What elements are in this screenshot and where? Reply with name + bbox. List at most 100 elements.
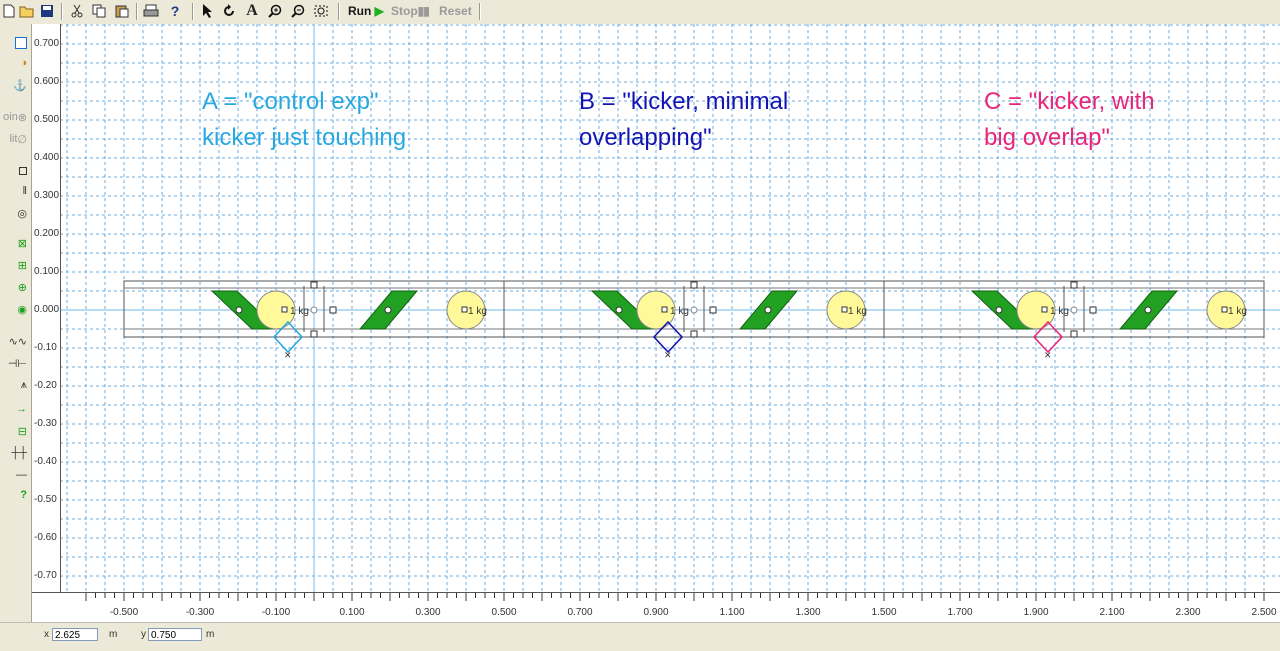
x-axis-tick-label: 1.900 bbox=[1023, 607, 1049, 618]
selection-handle bbox=[281, 306, 288, 313]
annotation-a[interactable]: A = "control exp" kicker just touching bbox=[202, 84, 406, 156]
x-axis-tick-label: 2.500 bbox=[1251, 607, 1277, 618]
join-button[interactable]: oin ⊗ bbox=[0, 108, 30, 126]
polygon-tool-icon[interactable]: ◑ bbox=[0, 54, 30, 72]
x-axis-tick-label: 0.700 bbox=[567, 607, 593, 618]
open-icon[interactable] bbox=[18, 2, 36, 20]
kicker-pivot bbox=[235, 306, 243, 314]
pivot-mark: ✕ bbox=[664, 350, 672, 360]
zoom-out-icon[interactable] bbox=[289, 2, 307, 20]
annotation-b-line2: overlapping" bbox=[579, 124, 712, 151]
kicker-pivot bbox=[764, 306, 772, 314]
anchor-tool-icon[interactable]: ⚓ bbox=[0, 76, 30, 94]
y-unit-label: m bbox=[206, 629, 215, 640]
y-axis-tick-label: 0.200 bbox=[34, 228, 60, 239]
y-coord-field[interactable]: 0.750 bbox=[148, 628, 202, 641]
copy-icon[interactable] bbox=[90, 2, 108, 20]
x-axis-tick-label: 0.900 bbox=[643, 607, 669, 618]
motor-icon[interactable]: ◉ bbox=[0, 300, 30, 318]
meter-icon[interactable]: ? bbox=[0, 486, 30, 504]
join-icon: ⊗ bbox=[17, 111, 27, 124]
selection-handle bbox=[709, 306, 717, 314]
toolbar-separator bbox=[192, 3, 194, 20]
x-axis-tick-label: 0.300 bbox=[415, 607, 441, 618]
zoom-in-icon[interactable] bbox=[266, 2, 284, 20]
selection-handle bbox=[461, 306, 468, 313]
split-button[interactable]: lit ∅ bbox=[0, 130, 30, 148]
y-axis-tick-label: -0.10 bbox=[34, 342, 57, 353]
damper-icon[interactable]: ⊣⊢ bbox=[0, 354, 30, 372]
reset-button[interactable]: Reset bbox=[439, 4, 472, 18]
selection-handle bbox=[310, 281, 318, 289]
cut-icon[interactable] bbox=[68, 2, 86, 20]
selection-handle bbox=[1070, 281, 1078, 289]
y-axis-tick-label: -0.30 bbox=[34, 418, 57, 429]
pivot-mark: ✕ bbox=[284, 350, 292, 360]
selection-handle bbox=[1089, 306, 1097, 314]
toolbar-separator bbox=[338, 3, 340, 20]
separator-icon[interactable]: ⊟ bbox=[0, 422, 30, 440]
kicker-pivot bbox=[615, 306, 623, 314]
print-icon[interactable] bbox=[142, 2, 160, 20]
vertical-ruler: 0.700 0.600 0.500 0.400 0.300 0.200 0.100 0.000… bbox=[32, 24, 61, 592]
kicker-pivot bbox=[995, 306, 1003, 314]
annotation-b[interactable]: B = "kicker, minimal overlapping" bbox=[579, 84, 788, 156]
paste-icon[interactable] bbox=[113, 2, 131, 20]
selection-handle bbox=[661, 306, 668, 313]
x-unit-label: m bbox=[109, 629, 118, 640]
x-axis-tick-label: 1.700 bbox=[947, 607, 973, 618]
center-point bbox=[310, 306, 318, 314]
spring-icon[interactable]: ∿∿ bbox=[0, 332, 30, 350]
rotate-icon[interactable] bbox=[220, 2, 238, 20]
annotation-b-line1: B = "kicker, minimal bbox=[579, 88, 789, 115]
text-icon[interactable]: A bbox=[243, 2, 261, 20]
save-icon[interactable] bbox=[38, 2, 56, 20]
y-axis-tick-label: 0.600 bbox=[34, 76, 60, 87]
x-axis-tick-label: 2.100 bbox=[1099, 607, 1125, 618]
annotation-a-line2: kicker just touching bbox=[202, 124, 407, 151]
x-coord-field[interactable]: 2.625 bbox=[52, 628, 98, 641]
pulley-icon[interactable]: ┼┼ bbox=[0, 444, 30, 462]
tool-palette: ◑ ⚓ oin ⊗ lit ∅ ‖ ◎ ⊠ ⊞ ⊕ ◉ ∿∿ ⊣⊢ ⩚ → ⊟ ┼┼… bbox=[0, 24, 32, 625]
mass-label: 1 kg bbox=[848, 306, 867, 317]
annotation-c[interactable]: C = "kicker, with big overlap" bbox=[984, 84, 1155, 156]
pause-icon: ▮▮ bbox=[417, 4, 430, 18]
arrow-icon[interactable] bbox=[198, 2, 216, 20]
mass-label: 1 kg bbox=[670, 306, 689, 317]
rigid-joint-icon[interactable]: ⊞ bbox=[0, 256, 30, 274]
rectangle-tool-icon[interactable] bbox=[0, 34, 30, 52]
x-axis-tick-label: 0.100 bbox=[339, 607, 365, 618]
toolbar-separator bbox=[479, 3, 481, 20]
circle-element-icon[interactable]: ◎ bbox=[0, 204, 30, 222]
pin-joint-icon[interactable]: ⊕ bbox=[0, 278, 30, 296]
slot-joint-icon[interactable]: ‖ bbox=[0, 182, 30, 200]
line-tool-icon[interactable]: — bbox=[0, 466, 30, 484]
fixed-joint-icon[interactable]: ⊠ bbox=[0, 234, 30, 252]
annotation-c-line1: C = "kicker, with bbox=[984, 88, 1155, 115]
selection-handle bbox=[329, 306, 337, 314]
kicker-pivot bbox=[384, 306, 392, 314]
kicker-pivot bbox=[1144, 306, 1152, 314]
y-axis-tick-label: -0.50 bbox=[34, 494, 57, 505]
selection-handle bbox=[1041, 306, 1048, 313]
new-icon[interactable] bbox=[0, 2, 18, 20]
horizontal-ruler: -0.500 -0.300 -0.100 0.100 0.300 0.500 0.700 0.… bbox=[32, 592, 1280, 623]
x-coord-label: x bbox=[44, 629, 49, 640]
help-icon[interactable]: ? bbox=[166, 2, 184, 20]
x-axis-tick-label: -0.100 bbox=[261, 607, 291, 618]
run-button[interactable]: Run ▶ bbox=[348, 4, 384, 18]
annotation-c-line2: big overlap" bbox=[984, 124, 1110, 151]
point-element-icon[interactable] bbox=[0, 162, 30, 180]
x-axis-tick-label: -0.500 bbox=[109, 607, 139, 618]
selection-handle bbox=[690, 330, 698, 338]
actuator-icon[interactable]: → bbox=[0, 400, 30, 418]
split-icon: ∅ bbox=[17, 133, 27, 146]
rope-icon[interactable]: ⩚ bbox=[0, 376, 30, 394]
y-axis-tick-label: 0.400 bbox=[34, 152, 60, 163]
toolbar: ? A Run ▶ Stop▮▮ Reset bbox=[0, 0, 1280, 25]
selection-handle bbox=[690, 281, 698, 289]
zoom-fit-icon[interactable] bbox=[312, 2, 330, 20]
x-axis-tick-label: 1.500 bbox=[871, 607, 897, 618]
stop-button[interactable]: Stop▮▮ bbox=[391, 4, 430, 18]
center-point bbox=[690, 306, 698, 314]
